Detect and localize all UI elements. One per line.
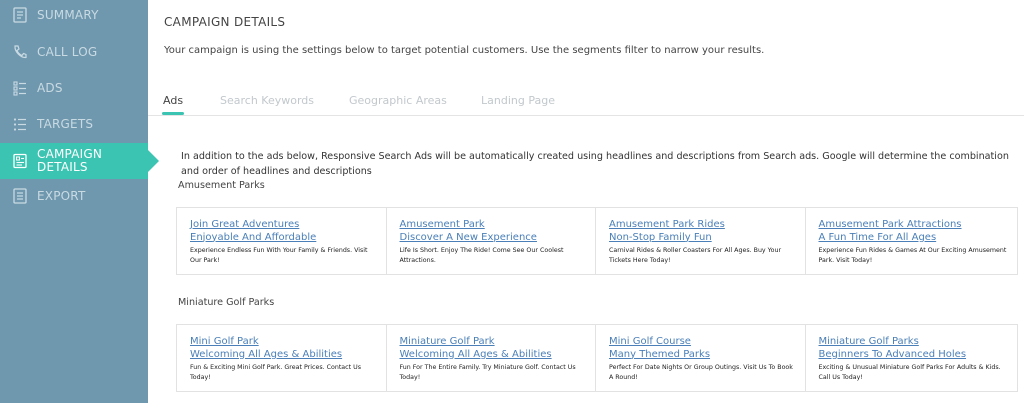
ad-card: Miniature Golf Parks Beginners To Advanc… xyxy=(806,325,1018,391)
tab-ads[interactable]: Ads xyxy=(163,94,183,107)
ad-card: Amusement Park Rides Non-Stop Family Fun… xyxy=(596,208,806,274)
page-description: Your campaign is using the settings belo… xyxy=(164,45,765,56)
ad-headline-2[interactable]: Enjoyable And Affordable xyxy=(190,232,378,245)
ad-description: Exciting & Unusual Miniature Golf Parks … xyxy=(818,364,1001,381)
sidebar-item-label: ADS xyxy=(37,81,63,95)
ad-headline-1[interactable]: Join Great Adventures xyxy=(190,219,378,232)
sidebar-item-ads[interactable]: ADS xyxy=(0,73,148,103)
page-title: CAMPAIGN DETAILS xyxy=(164,15,286,29)
tab-search-keywords[interactable]: Search Keywords xyxy=(220,94,314,107)
phone-icon xyxy=(12,44,28,60)
sidebar-item-label: CAMPAIGN DETAILS xyxy=(37,148,102,174)
sidebar-item-call-log[interactable]: CALL LOG xyxy=(0,37,148,67)
ad-card: Amusement Park Discover A New Experience… xyxy=(387,208,596,274)
ad-group-title: Miniature Golf Parks xyxy=(178,297,275,308)
sidebar-item-campaign-details[interactable]: CAMPAIGN DETAILS xyxy=(0,143,159,179)
export-icon xyxy=(12,188,28,204)
active-tab-indicator xyxy=(162,112,184,115)
sidebar-item-label: TARGETS xyxy=(37,117,94,131)
ad-description: Fun & Exciting Mini Golf Park. Great Pri… xyxy=(190,364,361,381)
ad-headline-1[interactable]: Mini Golf Park xyxy=(190,336,378,349)
ad-description: Carnival Rides & Roller Coasters For All… xyxy=(609,247,782,264)
sidebar-item-label-line2: DETAILS xyxy=(37,160,88,174)
ad-headline-1[interactable]: Miniature Golf Park xyxy=(400,336,588,349)
ad-card: Mini Golf Park Welcoming All Ages & Abil… xyxy=(177,325,387,391)
ad-headline-1[interactable]: Amusement Park Rides xyxy=(609,219,797,232)
ad-description: Perfect For Date Nights Or Group Outings… xyxy=(609,364,793,381)
ad-headline-2[interactable]: Welcoming All Ages & Abilities xyxy=(400,349,588,362)
ad-headline-1[interactable]: Mini Golf Course xyxy=(609,336,797,349)
ad-card: Miniature Golf Park Welcoming All Ages &… xyxy=(387,325,596,391)
sidebar-item-label: SUMMARY xyxy=(37,8,99,22)
sidebar-item-label: CALL LOG xyxy=(37,45,98,59)
tab-landing-page[interactable]: Landing Page xyxy=(481,94,555,107)
info-text: In addition to the ads below, Responsive… xyxy=(181,151,1009,177)
ad-headline-1[interactable]: Amusement Park xyxy=(400,219,588,232)
ad-description: Life Is Short. Enjoy The Ride! Come See … xyxy=(399,247,564,264)
targets-icon xyxy=(12,116,28,132)
ad-headline-2[interactable]: Discover A New Experience xyxy=(400,232,588,245)
ad-description: Experience Fun Rides & Games At Our Exci… xyxy=(818,247,1007,264)
sidebar: SUMMARY CALL LOG ADS TARGETS CAMPAIGN DE… xyxy=(0,0,159,403)
ad-card: Join Great Adventures Enjoyable And Affo… xyxy=(177,208,387,274)
sidebar-item-summary[interactable]: SUMMARY xyxy=(0,0,148,30)
ads-icon xyxy=(12,80,28,96)
ad-group-title: Amusement Parks xyxy=(178,180,265,191)
ad-row: Join Great Adventures Enjoyable And Affo… xyxy=(176,207,1018,275)
ad-card: Amusement Park Attractions A Fun Time Fo… xyxy=(806,208,1018,274)
campaign-details-icon xyxy=(12,153,28,169)
ad-card: Mini Golf Course Many Themed Parks Perfe… xyxy=(596,325,806,391)
summary-icon xyxy=(12,7,28,23)
ad-headline-1[interactable]: Miniature Golf Parks xyxy=(819,336,1010,349)
ad-headline-2[interactable]: Non-Stop Family Fun xyxy=(609,232,797,245)
sidebar-item-targets[interactable]: TARGETS xyxy=(0,109,148,139)
ad-row: Mini Golf Park Welcoming All Ages & Abil… xyxy=(176,324,1018,392)
ad-description: Experience Endless Fun With Your Family … xyxy=(190,247,368,264)
ad-headline-2[interactable]: Beginners To Advanced Holes xyxy=(819,349,1010,362)
ad-description: Fun For The Entire Family. Try Miniature… xyxy=(399,364,576,381)
tab-bar: Ads Search Keywords Geographic Areas Lan… xyxy=(148,92,1024,116)
ad-headline-1[interactable]: Amusement Park Attractions xyxy=(819,219,1010,232)
sidebar-item-export[interactable]: EXPORT xyxy=(0,181,148,211)
sidebar-item-label: EXPORT xyxy=(37,189,86,203)
tab-geographic-areas[interactable]: Geographic Areas xyxy=(349,94,447,107)
main-content: CAMPAIGN DETAILS Your campaign is using … xyxy=(148,0,1024,403)
ad-headline-2[interactable]: A Fun Time For All Ages xyxy=(819,232,1010,245)
ad-headline-2[interactable]: Many Themed Parks xyxy=(609,349,797,362)
ad-headline-2[interactable]: Welcoming All Ages & Abilities xyxy=(190,349,378,362)
